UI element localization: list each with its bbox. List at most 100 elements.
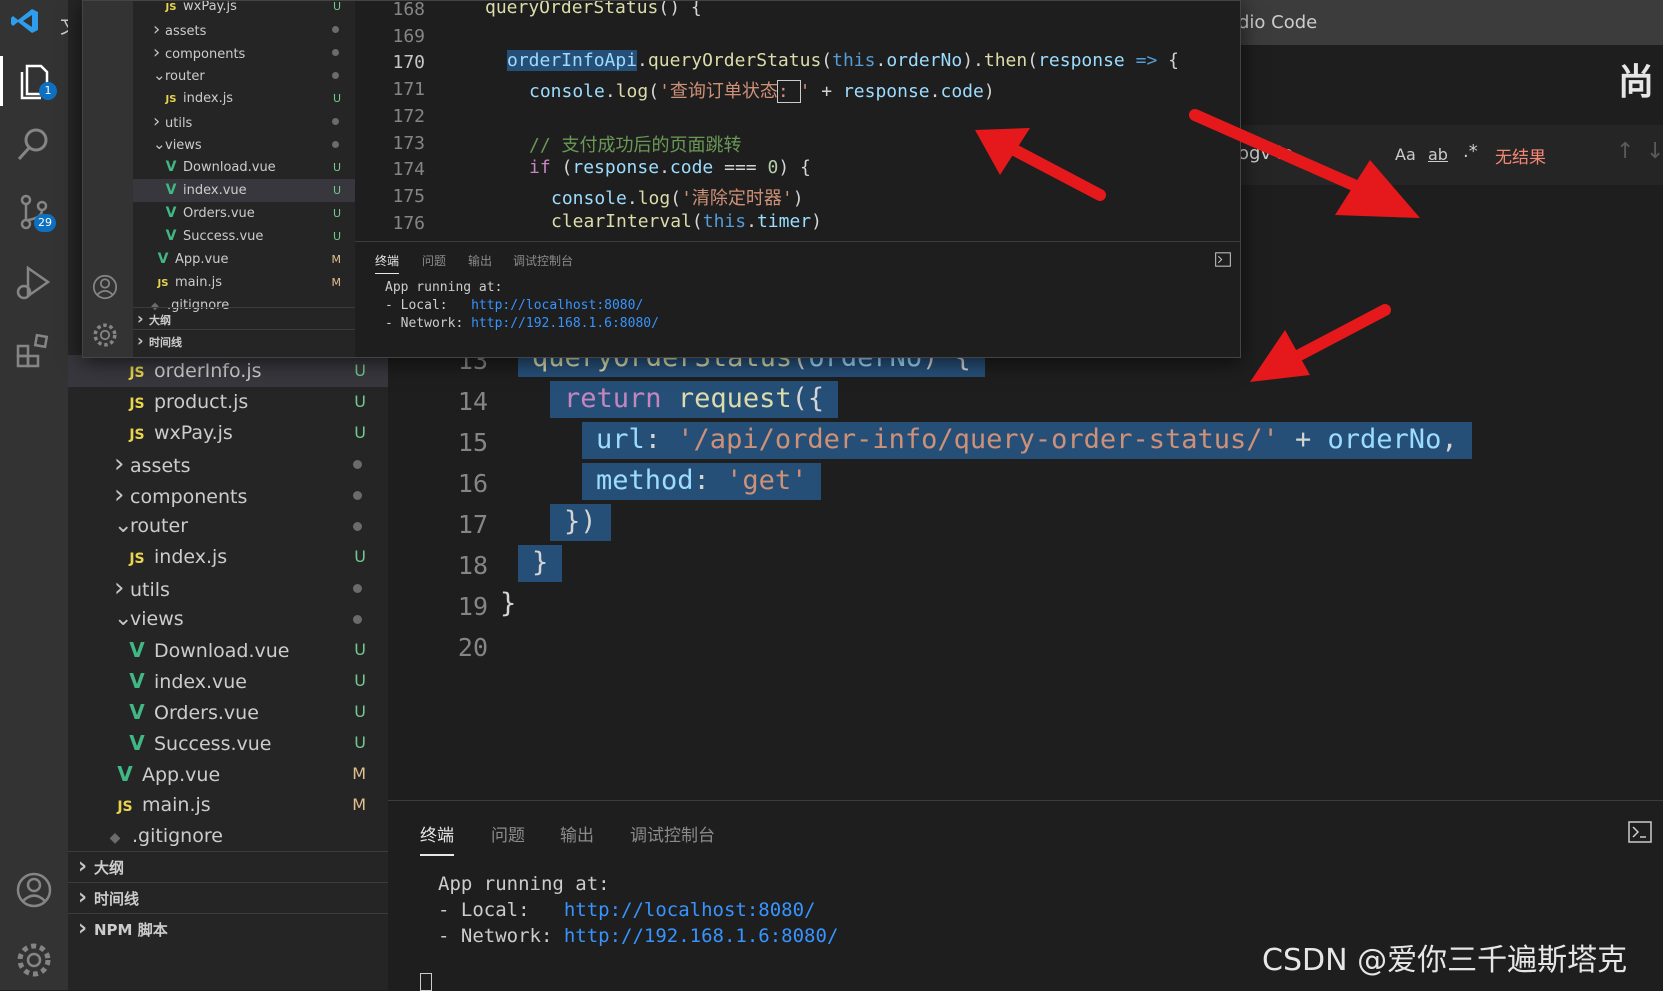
explorer-item-orderinfo-js[interactable]: JS orderInfo.js U: [68, 355, 388, 387]
explorer-item-orders-vue[interactable]: V Orders.vue U: [68, 696, 388, 728]
tab-debug-console[interactable]: 调试控制台: [513, 252, 573, 269]
terminal-icon[interactable]: [1215, 252, 1231, 267]
explorer-item-label: wxPay.js: [154, 422, 233, 444]
vue-file-icon: V: [165, 159, 177, 175]
overlay-explorer-item-success-vue[interactable]: V Success.vue U: [133, 225, 355, 248]
terminal-icon[interactable]: [1628, 821, 1652, 843]
chevron-right-icon: ›: [114, 449, 125, 479]
line-number: 171: [392, 79, 425, 101]
tab-debug-console[interactable]: 调试控制台: [630, 821, 715, 846]
git-status-badge: M: [331, 276, 342, 289]
tab-output[interactable]: 输出: [468, 252, 492, 269]
section-2[interactable]: › NPM 脚本: [68, 913, 388, 944]
explorer-item-download-vue[interactable]: V Download.vue U: [68, 634, 388, 666]
explorer-item-product-js[interactable]: JS product.js U: [68, 386, 388, 418]
vue-file-icon: V: [165, 228, 177, 244]
section-0[interactable]: › 大纲: [68, 851, 388, 882]
activity-bar: 文 1 29: [0, 0, 80, 990]
modified-dot-icon: [332, 72, 339, 79]
explorer-item-index-vue[interactable]: Vindex.vue U: [68, 665, 388, 697]
explorer-item-label: main.js: [142, 794, 211, 816]
overlay-explorer-item-wxpay-js[interactable]: JS wxPay.js U: [133, 0, 355, 18]
overlay-explorer-item-views[interactable]: ⌄views: [133, 133, 355, 156]
code-line: // 支付成功后的页面跳转: [529, 134, 742, 156]
overlay-explorer-item-app-vue[interactable]: V App.vue M: [133, 248, 355, 271]
overlay-explorer-item-assets[interactable]: › assets: [133, 18, 355, 41]
run-debug-icon[interactable]: [14, 262, 54, 302]
explorer-item-assets[interactable]: › assets: [68, 448, 388, 480]
vue-file-icon: V: [129, 638, 145, 662]
explorer-item-label: wxPay.js: [183, 0, 237, 14]
search-icon[interactable]: [14, 124, 54, 164]
explorer-item-label: Download.vue: [154, 640, 290, 662]
explorer-activity[interactable]: 1: [0, 56, 71, 106]
overlay-explorer-item-router[interactable]: ⌄router: [133, 64, 355, 87]
previous-match-icon[interactable]: ↑: [1616, 139, 1634, 164]
chevron-right-icon: ›: [114, 480, 125, 510]
title-bar: dio Code: [1238, 0, 1663, 45]
overlay-explorer-item-index-js[interactable]: JS index.js U: [133, 87, 355, 110]
overlay-section-0[interactable]: › 大纲: [133, 307, 355, 330]
account-icon[interactable]: [14, 870, 54, 910]
chevron-right-icon: ›: [153, 42, 161, 63]
settings-gear-icon[interactable]: [14, 940, 54, 980]
extensions-icon[interactable]: [14, 330, 54, 370]
source-control-activity[interactable]: 29: [14, 192, 56, 232]
chevron-down-icon: ⌄: [153, 66, 166, 84]
next-match-icon[interactable]: ↓: [1646, 139, 1663, 164]
git-status-badge: M: [352, 795, 366, 814]
window-title: dio Code: [1238, 12, 1318, 33]
overlay-explorer-item-index-vue[interactable]: Vindex.vue U: [133, 179, 355, 202]
tab-problems[interactable]: 问题: [491, 821, 525, 846]
section-1[interactable]: › 时间线: [68, 882, 388, 913]
regex-toggle[interactable]: .*: [1463, 141, 1478, 162]
tab-terminal[interactable]: 终端: [420, 821, 454, 856]
js-file-icon: JS: [117, 799, 133, 815]
explorer-item-utils[interactable]: › utils: [68, 572, 388, 604]
js-file-icon: JS: [129, 551, 145, 567]
explorer-item-views[interactable]: ⌄views: [68, 603, 388, 635]
local-url-link[interactable]: http://localhost:8080/: [471, 298, 643, 313]
overlay-section-1[interactable]: › 时间线: [133, 329, 355, 352]
account-icon[interactable]: [91, 273, 119, 301]
tab-terminal[interactable]: 终端: [375, 252, 400, 274]
explorer-item-app-vue[interactable]: V App.vue M: [68, 758, 388, 790]
explorer-badge: 1: [39, 82, 57, 100]
explorer-item-label: assets: [130, 455, 191, 477]
network-url-link[interactable]: http://192.168.1.6:8080/: [471, 316, 659, 331]
whole-word-toggle[interactable]: ab: [1428, 145, 1448, 164]
overlay-explorer-item-utils[interactable]: › utils: [133, 110, 355, 133]
tab-output[interactable]: 输出: [560, 821, 594, 846]
overlay-explorer-item-main-js[interactable]: JS main.js M: [133, 271, 355, 294]
explorer-item-label: router: [130, 515, 189, 537]
terminal-line: - Local: http://localhost:8080/: [385, 298, 644, 313]
terminal-line: - Network: http://192.168.1.6:8080/: [385, 316, 659, 331]
explorer-item-index-js[interactable]: JS index.js U: [68, 541, 388, 573]
explorer-item-gitignore[interactable]: ◆ .gitignore: [68, 820, 388, 852]
line-number: 18: [457, 551, 488, 580]
vscode-logo-icon: [11, 9, 38, 33]
chevron-right-icon: ›: [114, 573, 125, 603]
explorer-item-router[interactable]: ⌄router: [68, 510, 388, 542]
overlay-explorer-item-download-vue[interactable]: V Download.vue U: [133, 156, 355, 179]
tab-problems[interactable]: 问题: [422, 252, 446, 269]
explorer-item-label: index.js: [183, 91, 234, 106]
explorer-item-label: views: [130, 608, 184, 630]
settings-gear-icon[interactable]: [91, 321, 119, 349]
explorer-item-success-vue[interactable]: V Success.vue U: [68, 727, 388, 759]
explorer-item-wxpay-js[interactable]: JS wxPay.js U: [68, 417, 388, 449]
chevron-down-icon: ⌄: [114, 606, 133, 631]
overlay-explorer-item-components[interactable]: › components: [133, 41, 355, 64]
git-status-badge: U: [354, 547, 366, 566]
local-url-link[interactable]: http://localhost:8080/: [564, 899, 816, 921]
code-line: console.log('查询订单状态: ' + response.code): [529, 80, 995, 104]
chevron-down-icon: ⌄: [153, 135, 166, 153]
code-editor[interactable]: 13queryOrderStatus(orderNo) {14return re…: [388, 340, 1663, 800]
network-url-link[interactable]: http://192.168.1.6:8080/: [564, 925, 839, 947]
red-arrow-icon: [1189, 109, 1420, 218]
line-number: 176: [392, 212, 425, 234]
explorer-item-label: product.js: [154, 391, 249, 413]
explorer-item-components[interactable]: › components: [68, 479, 388, 511]
overlay-explorer-item-orders-vue[interactable]: V Orders.vue U: [133, 202, 355, 225]
explorer-item-main-js[interactable]: JS main.js M: [68, 789, 388, 821]
